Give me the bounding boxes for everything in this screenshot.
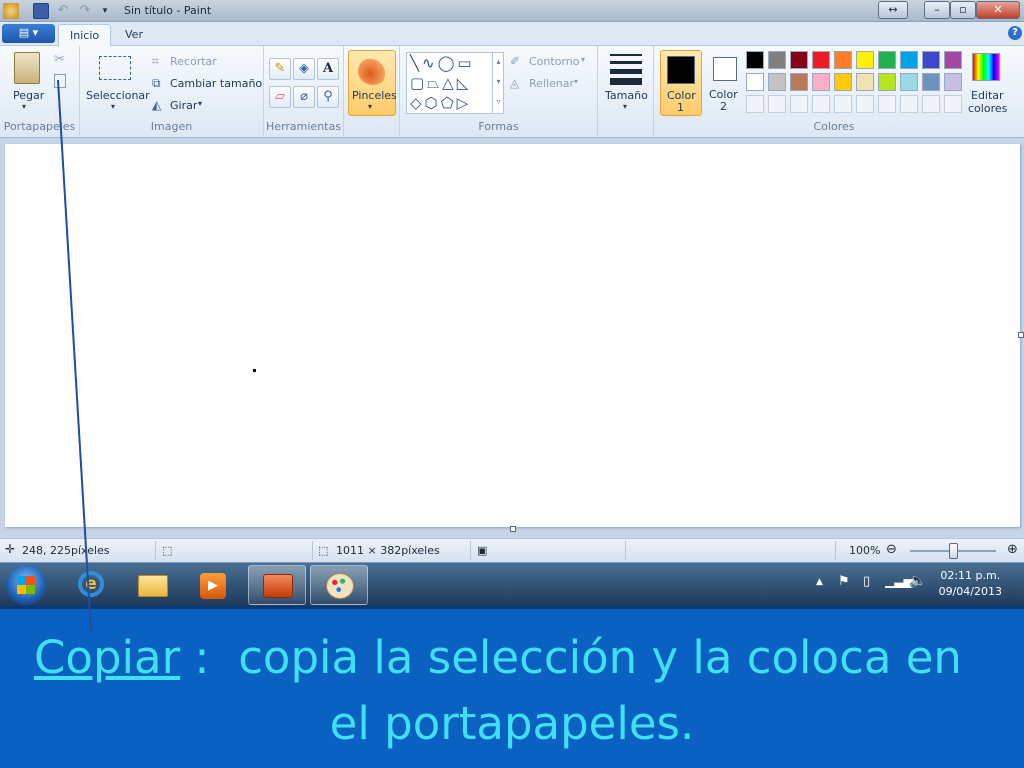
pointer-line xyxy=(57,79,92,633)
